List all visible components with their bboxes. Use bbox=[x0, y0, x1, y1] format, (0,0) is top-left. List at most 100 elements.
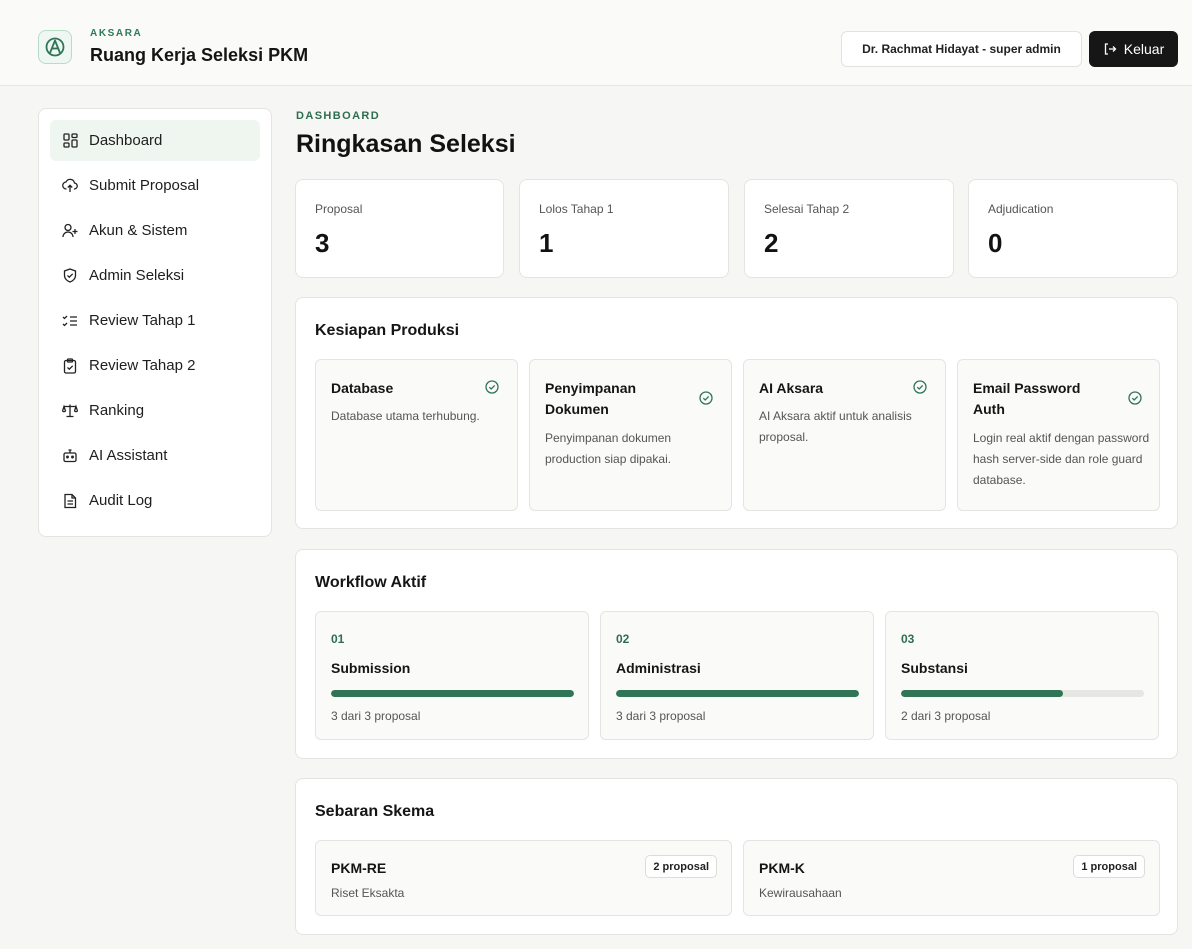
stat-label: Selesai Tahap 2 bbox=[764, 202, 850, 216]
stat-card-proposal: Proposal 3 bbox=[295, 179, 504, 278]
brand-kicker: AKSARA bbox=[90, 28, 143, 39]
stat-value: 3 bbox=[315, 228, 330, 258]
progress-bar bbox=[616, 690, 859, 697]
workflow-step-number: 01 bbox=[331, 632, 345, 646]
sidebar: Dashboard Submit Proposal Akun & Sistem … bbox=[38, 108, 272, 537]
stat-label: Lolos Tahap 1 bbox=[539, 202, 614, 216]
sidebar-item-label: Review Tahap 2 bbox=[89, 357, 196, 374]
proposal-count-badge: 2 proposal bbox=[645, 855, 717, 878]
user-chip: Dr. Rachmat Hidayat - super admin bbox=[841, 31, 1082, 67]
scheme-card-pkm-re: PKM-RE Riset Eksakta 2 proposal bbox=[315, 840, 732, 916]
sidebar-item-label: Submit Proposal bbox=[89, 177, 200, 194]
sidebar-item-label: Ranking bbox=[89, 402, 145, 419]
check-circle-icon bbox=[1128, 391, 1142, 405]
sidebar-item-submit-proposal[interactable]: Submit Proposal bbox=[50, 165, 260, 206]
scheme-name: PKM-RE bbox=[331, 860, 387, 876]
top-bar: AKSARA Ruang Kerja Seleksi PKM Dr. Rachm… bbox=[0, 0, 1192, 86]
scheme-card-pkm-k: PKM-K Kewirausahaan 1 proposal bbox=[743, 840, 1160, 916]
scheme-name: PKM-K bbox=[759, 860, 805, 876]
sidebar-item-label: Akun & Sistem bbox=[89, 222, 188, 239]
readiness-title: Database bbox=[331, 380, 394, 396]
stat-card-adjudication: Adjudication 0 bbox=[968, 179, 1178, 278]
sidebar-item-review-tahap-1[interactable]: Review Tahap 1 bbox=[50, 300, 260, 341]
workflow-section: Workflow Aktif 01 Submission 3 dari 3 pr… bbox=[295, 549, 1178, 759]
shield-check-icon bbox=[62, 268, 78, 284]
stat-value: 1 bbox=[539, 228, 554, 258]
section-title: Kesiapan Produksi bbox=[315, 322, 460, 339]
cloud-upload-icon bbox=[62, 178, 78, 194]
sidebar-item-ai-assistant[interactable]: AI Assistant bbox=[50, 435, 260, 476]
workflow-step-name: Administrasi bbox=[616, 660, 701, 676]
readiness-desc: Penyimpanan dokumen production siap dipa… bbox=[545, 431, 672, 466]
workflow-step-substansi: 03 Substansi 2 dari 3 proposal bbox=[885, 611, 1159, 740]
scheme-desc: Kewirausahaan bbox=[759, 886, 842, 900]
check-circle-icon bbox=[485, 380, 499, 394]
sidebar-item-label: Admin Seleksi bbox=[89, 267, 185, 284]
workflow-step-count: 2 dari 3 proposal bbox=[901, 709, 991, 723]
check-circle-icon bbox=[913, 380, 927, 394]
sidebar-item-label: Dashboard bbox=[89, 132, 163, 149]
sidebar-item-admin-seleksi[interactable]: Admin Seleksi bbox=[50, 255, 260, 296]
sidebar-item-label: Review Tahap 1 bbox=[89, 312, 196, 329]
workflow-step-administrasi: 02 Administrasi 3 dari 3 proposal bbox=[600, 611, 874, 740]
sidebar-item-dashboard[interactable]: Dashboard bbox=[50, 120, 260, 161]
section-title: Sebaran Skema bbox=[315, 803, 435, 820]
readiness-card-email-password-auth: Email Password Auth Login real aktif den… bbox=[957, 359, 1160, 511]
user-name: Dr. Rachmat Hidayat - super admin bbox=[862, 42, 1061, 56]
readiness-title: Penyimpanan Dokumen bbox=[545, 380, 637, 417]
page-title: Ringkasan Seleksi bbox=[296, 130, 516, 158]
readiness-desc: AI Aksara aktif untuk analisis proposal. bbox=[759, 409, 912, 444]
section-title: Workflow Aktif bbox=[315, 574, 427, 591]
readiness-card-database: Database Database utama terhubung. bbox=[315, 359, 518, 511]
page-kicker: DASHBOARD bbox=[296, 110, 381, 122]
stat-label: Proposal bbox=[315, 202, 363, 216]
proposal-count-badge: 1 proposal bbox=[1073, 855, 1145, 878]
readiness-section: Kesiapan Produksi Database Database utam… bbox=[295, 297, 1178, 529]
workflow-step-number: 03 bbox=[901, 632, 915, 646]
logout-button[interactable]: Keluar bbox=[1089, 31, 1178, 67]
stat-card-selesai-tahap-2: Selesai Tahap 2 2 bbox=[744, 179, 954, 278]
scale-icon bbox=[62, 403, 78, 419]
readiness-card-penyimpanan-dokumen: Penyimpanan Dokumen Penyimpanan dokumen … bbox=[529, 359, 732, 511]
stat-value: 0 bbox=[988, 228, 1003, 258]
progress-bar bbox=[331, 690, 574, 697]
bot-icon bbox=[62, 448, 78, 464]
user-plus-icon bbox=[62, 223, 78, 239]
scheme-desc: Riset Eksakta bbox=[331, 886, 405, 900]
file-text-icon bbox=[62, 493, 78, 509]
stat-card-lolos-tahap-1: Lolos Tahap 1 1 bbox=[519, 179, 729, 278]
progress-fill bbox=[616, 690, 859, 697]
workflow-step-name: Submission bbox=[331, 660, 411, 676]
workflow-step-submission: 01 Submission 3 dari 3 proposal bbox=[315, 611, 589, 740]
sidebar-item-label: AI Assistant bbox=[89, 447, 168, 464]
progress-bar bbox=[901, 690, 1144, 697]
logout-label: Keluar bbox=[1123, 41, 1165, 57]
progress-fill bbox=[331, 690, 574, 697]
workflow-step-name: Substansi bbox=[901, 660, 968, 676]
app-logo[interactable] bbox=[38, 30, 72, 64]
progress-fill bbox=[901, 690, 1064, 697]
aksara-logo-icon bbox=[45, 37, 65, 57]
logout-icon bbox=[1104, 43, 1117, 55]
workflow-step-count: 3 dari 3 proposal bbox=[616, 709, 706, 723]
readiness-title: AI Aksara bbox=[759, 380, 824, 396]
readiness-card-ai-aksara: AI Aksara AI Aksara aktif untuk analisis… bbox=[743, 359, 946, 511]
brand-title: Ruang Kerja Seleksi PKM bbox=[90, 45, 309, 65]
list-check-icon bbox=[62, 313, 78, 329]
workflow-step-count: 3 dari 3 proposal bbox=[331, 709, 421, 723]
stat-label: Adjudication bbox=[988, 202, 1054, 216]
sidebar-item-akun-sistem[interactable]: Akun & Sistem bbox=[50, 210, 260, 251]
sidebar-item-ranking[interactable]: Ranking bbox=[50, 390, 260, 431]
stat-value: 2 bbox=[764, 228, 779, 258]
workflow-step-number: 02 bbox=[616, 632, 630, 646]
layout-grid-icon bbox=[62, 133, 78, 149]
readiness-title: Email Password Auth bbox=[973, 380, 1081, 417]
sidebar-item-audit-log[interactable]: Audit Log bbox=[50, 480, 260, 521]
sidebar-item-label: Audit Log bbox=[89, 492, 153, 509]
check-circle-icon bbox=[699, 391, 713, 405]
sidebar-item-review-tahap-2[interactable]: Review Tahap 2 bbox=[50, 345, 260, 386]
readiness-desc: Login real aktif dengan password hash se… bbox=[973, 431, 1150, 487]
clipboard-check-icon bbox=[62, 357, 78, 374]
scheme-section: Sebaran Skema PKM-RE Riset Eksakta 2 pro… bbox=[295, 778, 1178, 935]
readiness-desc: Database utama terhubung. bbox=[331, 409, 480, 423]
